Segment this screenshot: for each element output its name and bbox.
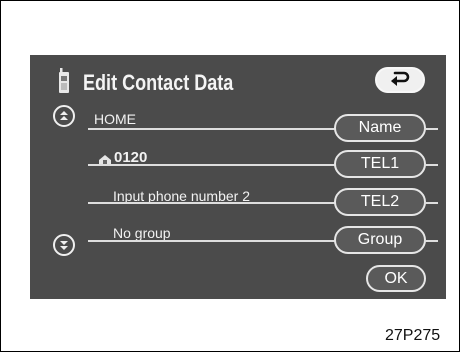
name-field-value: HOME xyxy=(94,111,136,127)
group-button[interactable]: Group xyxy=(334,226,426,254)
name-button-tail xyxy=(424,128,438,130)
group-field-value: No group xyxy=(113,225,171,241)
tel1-button-tail xyxy=(424,164,438,166)
page-up-icon xyxy=(60,111,68,120)
group-button-tail xyxy=(424,240,438,242)
name-field-line xyxy=(88,128,336,130)
page-down-icon xyxy=(60,241,68,250)
return-arrow-icon xyxy=(391,71,410,86)
tel1-field-line xyxy=(88,164,336,166)
name-button[interactable]: Name xyxy=(334,114,426,142)
phone-icon xyxy=(59,68,69,93)
tel2-button-tail xyxy=(424,202,438,204)
page-down-button[interactable] xyxy=(53,234,75,256)
figure-code: 27P275 xyxy=(385,327,441,344)
tel2-field-line xyxy=(88,202,336,204)
group-field-line xyxy=(88,240,336,242)
page-up-button[interactable] xyxy=(53,105,75,127)
back-button[interactable] xyxy=(375,67,425,93)
ok-button[interactable]: OK xyxy=(366,265,426,292)
tel1-button[interactable]: TEL1 xyxy=(334,150,426,178)
tel2-button[interactable]: TEL2 xyxy=(334,188,426,216)
page-title: Edit Contact Data xyxy=(83,70,234,95)
